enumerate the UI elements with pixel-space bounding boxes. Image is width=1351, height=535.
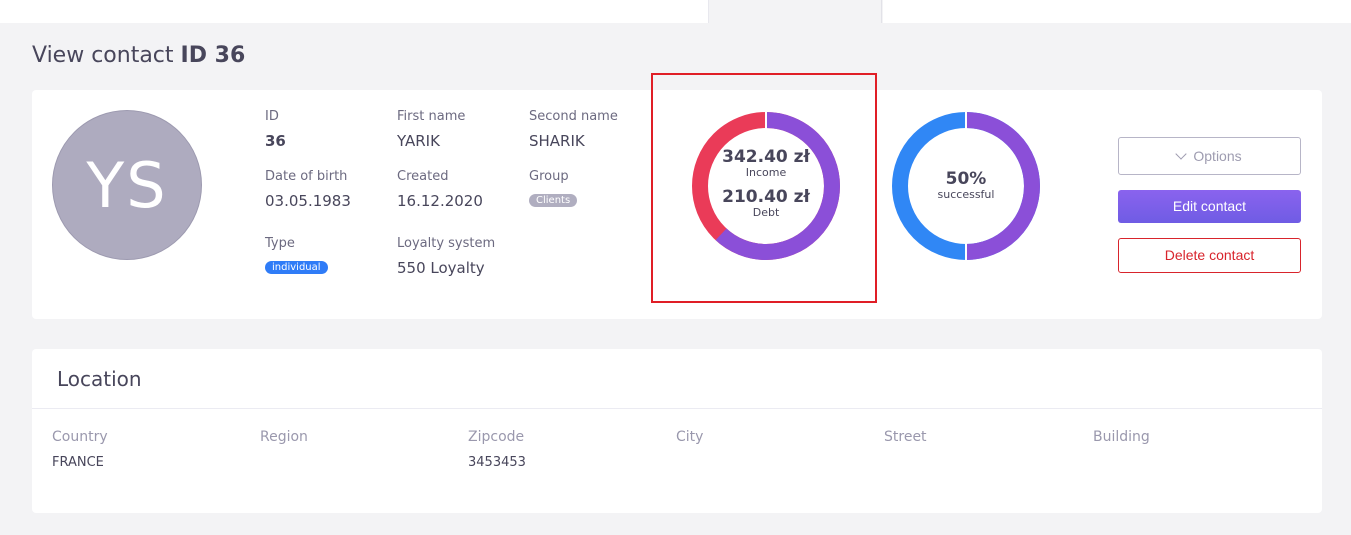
field-created: Created 16.12.2020: [397, 169, 483, 210]
field-created-label: Created: [397, 169, 449, 184]
field-dob: Date of birth 03.05.1983: [265, 169, 351, 210]
edit-contact-button[interactable]: Edit contact: [1118, 190, 1301, 223]
success-percent: 50%: [945, 169, 987, 189]
delete-contact-button[interactable]: Delete contact: [1118, 238, 1301, 273]
top-tab-1[interactable]: [0, 0, 709, 23]
debt-label: Debt: [752, 206, 780, 219]
location-title: Location: [57, 367, 142, 391]
field-loyalty-label: Loyalty system: [397, 236, 496, 251]
top-tab-2-active[interactable]: [709, 0, 882, 23]
chevron-down-icon: [1175, 148, 1188, 160]
zipcode-label: Zipcode: [468, 429, 525, 445]
success-donut-text: 50% successful: [906, 170, 1026, 201]
field-type: Type individual: [265, 236, 328, 274]
options-dropdown-button[interactable]: Options: [1118, 137, 1301, 175]
field-loyalty-value: 550 Loyalty: [397, 259, 485, 277]
debt-amount: 210.40 zł: [722, 187, 810, 207]
field-loyalty: Loyalty system 550 Loyalty: [397, 236, 495, 277]
field-second-name: Second name SHARIK: [529, 109, 618, 150]
income-label: Income: [745, 166, 787, 179]
field-dob-label: Date of birth: [265, 169, 348, 184]
page-title: View contact ID 36: [32, 43, 245, 68]
type-badge: individual: [265, 261, 328, 274]
field-second-name-value: SHARIK: [529, 132, 585, 150]
location-region: Region: [260, 429, 308, 455]
top-tab-bar: [0, 0, 1351, 23]
location-zipcode: Zipcode 3453453: [468, 429, 526, 470]
field-group: Group Clients: [529, 169, 578, 207]
field-type-label: Type: [265, 236, 295, 251]
field-group-label: Group: [529, 169, 569, 184]
field-created-value: 16.12.2020: [397, 192, 483, 210]
finance-donut-text: 342.40 zł Income 210.40 zł Debt: [706, 148, 826, 219]
group-badge: Clients: [529, 194, 578, 207]
field-id-label: ID: [265, 109, 279, 124]
zipcode-value: 3453453: [468, 455, 526, 470]
field-id-value: 36: [265, 132, 286, 150]
location-country: Country FRANCE: [52, 429, 108, 470]
street-label: Street: [884, 429, 927, 445]
field-first-name-label: First name: [397, 109, 466, 124]
country-value: FRANCE: [52, 455, 104, 470]
location-building: Building: [1093, 429, 1150, 455]
avatar: YS: [52, 110, 202, 260]
building-label: Building: [1093, 429, 1150, 445]
field-dob-value: 03.05.1983: [265, 192, 351, 210]
field-first-name-value: YARIK: [397, 132, 440, 150]
country-label: Country: [52, 429, 108, 445]
income-amount: 342.40 zł: [722, 147, 810, 167]
field-id: ID 36: [265, 109, 286, 150]
page-title-prefix: View contact: [32, 43, 174, 68]
options-label: Options: [1193, 148, 1242, 164]
success-caption: successful: [937, 188, 995, 201]
location-divider: [32, 408, 1322, 409]
page-title-id: ID 36: [180, 43, 246, 68]
field-second-name-label: Second name: [529, 109, 618, 124]
field-first-name: First name YARIK: [397, 109, 465, 150]
location-city: City: [676, 429, 703, 455]
city-label: City: [676, 429, 704, 445]
region-label: Region: [260, 429, 308, 445]
top-tab-3[interactable]: [883, 0, 1351, 23]
location-card: Location Country FRANCE Region Zipcode 3…: [32, 349, 1322, 513]
location-street: Street: [884, 429, 927, 455]
